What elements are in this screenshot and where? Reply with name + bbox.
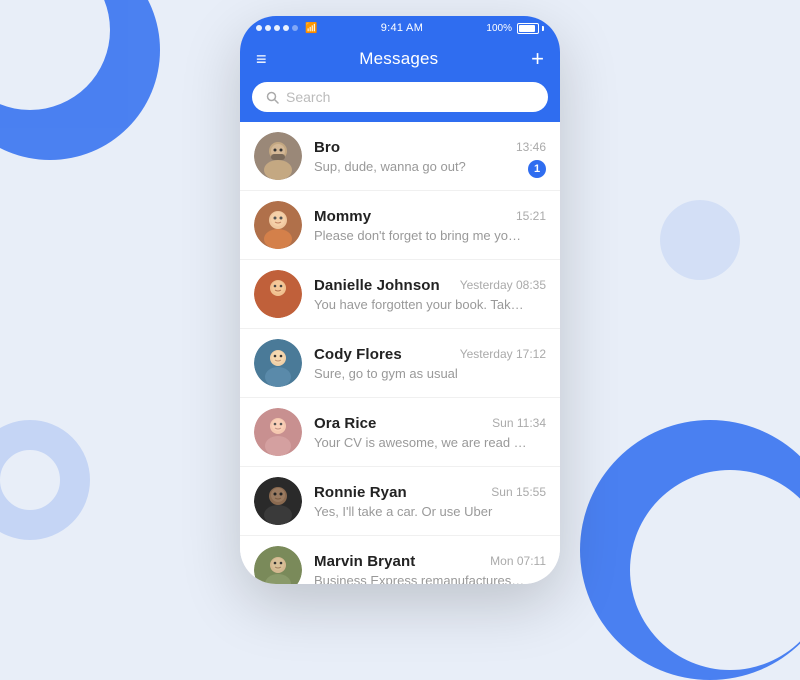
bg-decor-circle-br-inner bbox=[630, 470, 800, 670]
message-preview: You have forgotten your book. Tak… bbox=[314, 297, 546, 312]
message-top-row: Cody Flores Yesterday 17:12 bbox=[314, 346, 546, 363]
unread-badge: 1 bbox=[528, 160, 546, 178]
message-content: Ora Rice Sun 11:34 Your CV is awesome, we … bbox=[314, 415, 546, 450]
message-item[interactable]: Ronnie Ryan Sun 15:55 Yes, I'll take a car… bbox=[240, 467, 560, 536]
app-header: ≡ Messages + bbox=[240, 38, 560, 82]
message-top-row: Mommy 15:21 bbox=[314, 208, 546, 225]
contact-name: Bro bbox=[314, 139, 340, 156]
message-time: Sun 15:55 bbox=[491, 485, 546, 499]
avatar bbox=[254, 132, 302, 180]
battery-fill bbox=[519, 25, 535, 32]
avatar bbox=[254, 477, 302, 525]
status-bar: 📶 9:41 AM 100% bbox=[240, 16, 560, 38]
message-content: Cody Flores Yesterday 17:12 Sure, go to gy… bbox=[314, 346, 546, 381]
contact-name: Marvin Bryant bbox=[314, 553, 415, 570]
message-item[interactable]: Bro 13:46 Sup, dude, wanna go out?1 bbox=[240, 122, 560, 191]
message-preview: Your CV is awesome, we are read … bbox=[314, 435, 546, 450]
message-content: Bro 13:46 Sup, dude, wanna go out? bbox=[314, 139, 546, 174]
wifi-icon: 📶 bbox=[305, 23, 317, 34]
contact-name: Cody Flores bbox=[314, 346, 402, 363]
search-placeholder: Search bbox=[286, 89, 330, 105]
avatar bbox=[254, 546, 302, 584]
message-top-row: Bro 13:46 bbox=[314, 139, 546, 156]
search-bar[interactable]: Search bbox=[252, 82, 548, 112]
message-item[interactable]: Ora Rice Sun 11:34 Your CV is awesome, we … bbox=[240, 398, 560, 467]
contact-name: Ora Rice bbox=[314, 415, 377, 432]
contact-name: Ronnie Ryan bbox=[314, 484, 407, 501]
search-icon bbox=[266, 91, 279, 104]
bg-decor-circle-tl-inner bbox=[0, 0, 110, 110]
message-content: Mommy 15:21 Please don't forget to bring m… bbox=[314, 208, 546, 243]
status-battery-area: 100% bbox=[486, 23, 544, 34]
search-container: Search bbox=[240, 82, 560, 122]
battery-body bbox=[517, 23, 539, 34]
message-top-row: Ora Rice Sun 11:34 bbox=[314, 415, 546, 432]
message-preview: Please don't forget to bring me yo… bbox=[314, 228, 546, 243]
add-message-icon[interactable]: + bbox=[531, 48, 544, 70]
message-top-row: Danielle Johnson Yesterday 08:35 bbox=[314, 277, 546, 294]
message-top-row: Ronnie Ryan Sun 15:55 bbox=[314, 484, 546, 501]
bg-decor-circle-tl bbox=[0, 0, 160, 160]
message-item[interactable]: Marvin Bryant Mon 07:11 Business Express r… bbox=[240, 536, 560, 584]
message-item[interactable]: Danielle Johnson Yesterday 08:35 You have … bbox=[240, 260, 560, 329]
avatar bbox=[254, 408, 302, 456]
signal-dot-2 bbox=[265, 25, 271, 31]
status-time: 9:41 AM bbox=[381, 22, 423, 34]
battery-percent: 100% bbox=[486, 23, 512, 34]
menu-icon[interactable]: ≡ bbox=[256, 50, 267, 68]
message-preview: Sup, dude, wanna go out? bbox=[314, 159, 546, 174]
battery-tip bbox=[542, 26, 544, 31]
battery-icon bbox=[517, 23, 544, 34]
message-item[interactable]: Cody Flores Yesterday 17:12 Sure, go to gy… bbox=[240, 329, 560, 398]
message-preview: Business Express remanufactures… bbox=[314, 573, 546, 585]
message-content: Ronnie Ryan Sun 15:55 Yes, I'll take a car… bbox=[314, 484, 546, 519]
status-signal: 📶 bbox=[256, 23, 317, 34]
signal-dot-3 bbox=[274, 25, 280, 31]
bg-decor-circle-br bbox=[580, 420, 800, 680]
avatar bbox=[254, 201, 302, 249]
phone-frame: 📶 9:41 AM 100% ≡ Messages + Search bbox=[240, 16, 560, 584]
message-time: Sun 11:34 bbox=[492, 416, 546, 430]
message-content: Marvin Bryant Mon 07:11 Business Express r… bbox=[314, 553, 546, 585]
message-item[interactable]: Mommy 15:21 Please don't forget to bring m… bbox=[240, 191, 560, 260]
message-content: Danielle Johnson Yesterday 08:35 You have … bbox=[314, 277, 546, 312]
contact-name: Mommy bbox=[314, 208, 371, 225]
app-title: Messages bbox=[359, 49, 438, 69]
avatar bbox=[254, 339, 302, 387]
signal-dot-5 bbox=[292, 25, 298, 31]
message-time: 15:21 bbox=[516, 209, 546, 223]
message-time: Mon 07:11 bbox=[490, 554, 546, 568]
message-top-row: Marvin Bryant Mon 07:11 bbox=[314, 553, 546, 570]
message-time: Yesterday 08:35 bbox=[460, 278, 546, 292]
message-time: Yesterday 17:12 bbox=[460, 347, 546, 361]
messages-list: Bro 13:46 Sup, dude, wanna go out?1 Mommy 15… bbox=[240, 122, 560, 584]
message-preview: Yes, I'll take a car. Or use Uber bbox=[314, 504, 546, 519]
message-time: 13:46 bbox=[516, 140, 546, 154]
message-preview: Sure, go to gym as usual bbox=[314, 366, 546, 381]
contact-name: Danielle Johnson bbox=[314, 277, 440, 294]
signal-dot-4 bbox=[283, 25, 289, 31]
bg-decor-arc-mr bbox=[660, 200, 740, 280]
avatar bbox=[254, 270, 302, 318]
bg-decor-arc-bl bbox=[0, 420, 90, 540]
signal-dot-1 bbox=[256, 25, 262, 31]
